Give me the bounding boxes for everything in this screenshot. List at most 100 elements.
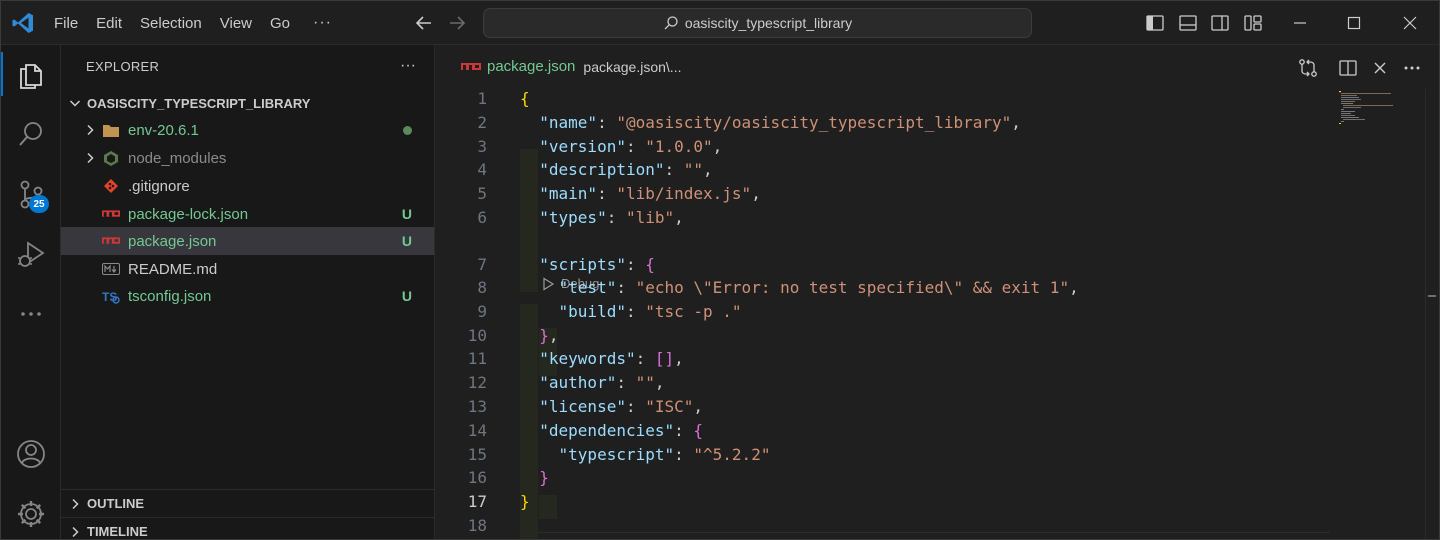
menu-edit[interactable]: Edit [87,15,131,32]
json-bracket: } [539,326,549,345]
tree-item-label: package-lock.json [128,205,249,223]
source-control-activity[interactable]: 25 [1,169,61,219]
code-line: "name": "@oasiscity/oasiscity_typescript… [520,113,1021,132]
git-icon [102,178,120,194]
json-string-value: "" [635,373,655,392]
json-string-value: "1.0.0" [645,137,713,156]
vscode-logo-icon [12,13,33,33]
chevron-down-icon [69,100,81,107]
code-line: "keywords": [], [520,349,684,368]
customize-layout-icon[interactable] [1243,13,1263,33]
tree-item-label: env-20.6.1 [128,121,199,139]
line-number: 8 [477,278,487,297]
tree-item-package-json[interactable]: package.json U [61,227,434,255]
tree-item-readme[interactable]: README.md [61,255,434,283]
chevron-right-icon [87,124,94,136]
code-line: { [520,89,530,108]
menu-selection[interactable]: Selection [131,15,211,32]
code-line: "main": "lib/index.js", [520,184,761,203]
code-line: "scripts": { [520,255,655,274]
breadcrumb-file[interactable]: package.json [487,58,575,75]
line-number: 17 [467,492,487,511]
json-colon: : [625,302,646,321]
back-arrow-icon[interactable] [412,11,436,35]
search-activity[interactable] [1,109,61,159]
editor-more-actions-button[interactable] [1401,57,1423,79]
current-line-highlight [520,532,1330,539]
line-number: 12 [467,373,487,392]
outline-section-header[interactable]: OUTLINE [61,489,434,517]
timeline-section-header[interactable]: TIMELINE [61,517,434,539]
code-editor[interactable]: Debug 1{2 "name": "@oasiscity/oasiscity_… [435,89,1439,539]
explorer-more-button[interactable]: ··· [400,57,416,75]
command-center-search[interactable]: oasiscity_typescript_library [483,8,1032,38]
more-views-activity[interactable] [1,289,61,339]
editor-scrollbar[interactable] [1425,89,1439,539]
json-colon: : [625,397,646,416]
json-key: "keywords" [539,349,636,368]
json-key: "build" [558,302,626,321]
vscode-window: File Edit Selection View Go ··· oasiscit… [0,0,1440,540]
json-string-value: "@oasiscity/oasiscity_typescript_library… [616,113,1012,132]
json-bracket: } [539,468,549,487]
tree-item-gitignore[interactable]: .gitignore [61,172,434,200]
toggle-panel-icon[interactable] [1178,13,1198,33]
forward-arrow-icon[interactable] [445,11,469,35]
explorer-activity[interactable] [1,49,61,99]
json-colon: : [616,278,636,297]
tree-item-node-modules[interactable]: node_modules [61,144,434,172]
json-colon: : [635,349,655,368]
workspace-folder-header[interactable]: OASISCITY_TYPESCRIPT_LIBRARY [61,91,434,115]
tree-item-package-lock[interactable]: package-lock.json U [61,200,434,228]
menu-file[interactable]: File [45,15,87,32]
json-string-value: "echo \"Error: no test specified\" && ex… [635,278,1070,297]
indent-guide [539,495,557,519]
toggle-secondary-sidebar-icon[interactable] [1210,13,1230,33]
tree-item-env[interactable]: env-20.6.1 [61,116,434,144]
manage-activity[interactable] [1,489,61,539]
json-bracket: { [693,421,704,440]
code-line: "author": "", [520,373,664,392]
code-line: "dependencies": { [520,421,703,440]
run-debug-activity[interactable] [1,229,61,279]
minimap[interactable] [1335,89,1425,129]
json-comma: , [703,160,713,179]
json-string-value: "" [683,160,704,179]
breadcrumb-path[interactable]: package.json\... [583,59,681,75]
minimize-button[interactable] [1273,1,1327,45]
menu-more[interactable]: ··· [299,14,346,32]
open-changes-button[interactable] [1297,57,1319,79]
split-editor-button[interactable] [1337,57,1359,79]
json-colon: : [625,137,646,156]
close-editor-button[interactable] [1369,57,1391,79]
maximize-button[interactable] [1327,1,1381,45]
gear-icon [18,501,44,527]
line-number: 7 [477,255,487,274]
line-number: 9 [477,302,487,321]
json-key: "description" [539,160,665,179]
close-window-button[interactable] [1383,1,1437,45]
json-comma: , [693,397,704,416]
json-key: "typescript" [558,445,675,464]
menu-go[interactable]: Go [261,15,299,32]
search-icon [19,122,42,146]
line-number: 10 [467,326,487,345]
json-colon: : [597,184,617,203]
line-number: 1 [477,89,487,108]
accounts-activity[interactable] [1,429,61,479]
explorer-sidebar: EXPLORER ··· OASISCITY_TYPESCRIPT_LIBRAR… [61,45,435,539]
code-line: "test": "echo \"Error: no test specified… [520,278,1079,297]
search-icon [664,16,678,30]
source-control-badge: 25 [29,195,49,213]
ellipsis-icon [21,312,41,316]
files-icon [20,64,42,89]
menu-view[interactable]: View [211,15,261,32]
tree-item-tsconfig[interactable]: TS tsconfig.json U [61,282,434,310]
toggle-primary-sidebar-icon[interactable] [1145,13,1165,33]
menu-bar: File Edit Selection View Go ··· [45,1,346,45]
